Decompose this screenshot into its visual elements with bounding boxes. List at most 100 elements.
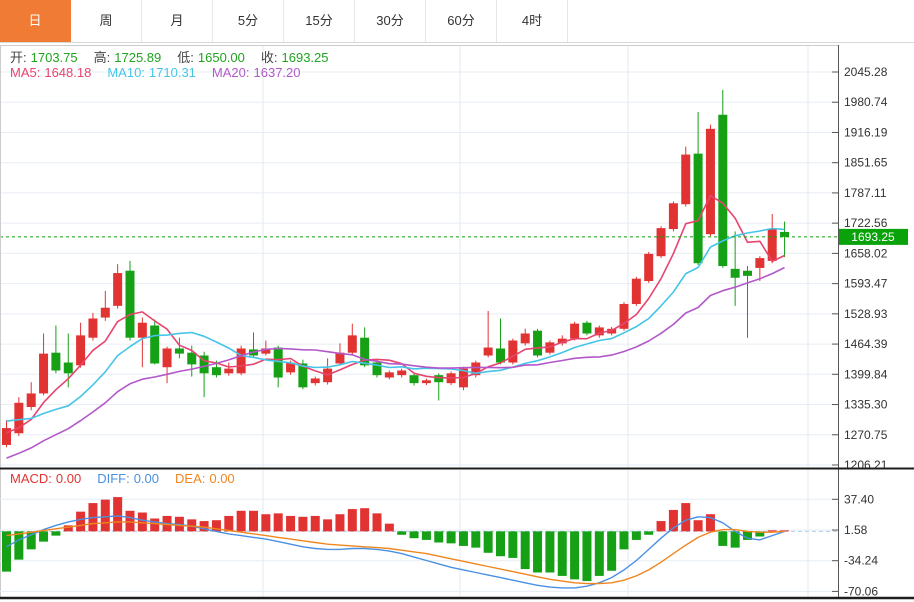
price-axis-label: 1851.65	[844, 156, 888, 170]
macd-histogram-bar	[286, 515, 296, 532]
legend-label: 开:	[10, 50, 27, 65]
tab-日[interactable]: 日	[0, 0, 71, 42]
price-axis-label: 1399.84	[844, 367, 888, 381]
macd-axis-label: -34.24	[844, 554, 878, 568]
macd-histogram-bar	[520, 531, 530, 570]
macd-histogram-bar	[360, 508, 370, 532]
tab-30分[interactable]: 30分	[355, 0, 426, 42]
legend-value: 1710.31	[148, 65, 196, 80]
macd-histogram-bar	[224, 515, 234, 532]
macd-histogram-bar	[446, 531, 456, 544]
macd-panel: 37.40 1.58 -34.24 -70.06	[0, 470, 914, 600]
tab-60分[interactable]: 60分	[426, 0, 497, 42]
legend-label: DIFF:	[97, 471, 130, 486]
legend-item: 低: 1650.00	[177, 50, 249, 65]
candlestick	[409, 375, 419, 384]
ohlc-legend: 开: 1703.75 高: 1725.89 低: 1650.00 收: 1693.25	[10, 47, 345, 66]
candlestick	[520, 333, 530, 344]
candlestick	[174, 348, 184, 354]
macd-histogram-bar	[150, 518, 160, 532]
legend-label: MACD:	[10, 471, 52, 486]
macd-histogram-bar	[458, 531, 468, 546]
candlestick	[483, 347, 493, 356]
candlestick	[113, 273, 123, 306]
candlestick	[211, 367, 221, 376]
price-axis-label: 1335.30	[844, 398, 888, 412]
legend-item: 收: 1693.25	[261, 50, 333, 65]
legend-label: 低:	[177, 50, 194, 65]
legend-value: 1648.18	[44, 65, 92, 80]
chart-canvas[interactable]: 2045.28 1980.74 1916.19 1851.65 1787.11 1722.…	[0, 0, 914, 602]
candlestick	[100, 307, 110, 318]
tab-月[interactable]: 月	[142, 0, 213, 42]
macd-histogram-bar	[644, 531, 654, 535]
macd-histogram-bar	[545, 531, 555, 573]
candlestick	[705, 128, 715, 235]
candlestick	[582, 322, 592, 334]
macd-histogram-bar	[335, 514, 345, 532]
tab-周[interactable]: 周	[71, 0, 142, 42]
candlestick	[125, 270, 135, 338]
candlestick	[236, 348, 246, 374]
price-axis-label: 1787.11	[844, 186, 887, 200]
macd-histogram-bar	[51, 531, 61, 536]
macd-histogram-bar	[656, 521, 666, 532]
candlestick	[508, 340, 518, 363]
legend-item: MACD: 0.00	[10, 471, 85, 486]
macd-histogram-bar	[310, 515, 320, 532]
legend-item: DIFF: 0.00	[97, 471, 163, 486]
legend-label: 高:	[93, 50, 111, 65]
macd-histogram-bar	[2, 531, 11, 572]
candlestick	[668, 203, 678, 230]
macd-histogram-bar	[471, 531, 481, 548]
legend-label: MA5:	[10, 65, 41, 80]
macd-histogram-bar	[693, 520, 703, 532]
kline-chart-window: 2045.28 1980.74 1916.19 1851.65 1787.11 1722.…	[0, 0, 914, 602]
tab-5分[interactable]: 5分	[213, 0, 284, 42]
macd-histogram-bar	[347, 509, 357, 532]
macd-legend: MACD: 0.00 DIFF: 0.00 DEA: 0.00	[10, 471, 251, 486]
ma20-line	[6, 266, 785, 459]
price-axis-label: 1980.74	[844, 95, 888, 109]
legend-item: DEA: 0.00	[175, 471, 239, 486]
tab-4时[interactable]: 4时	[497, 0, 568, 42]
candlestick	[2, 428, 11, 445]
macd-histogram-bar	[298, 516, 308, 532]
macd-histogram-bar	[125, 510, 135, 532]
macd-histogram-bar	[434, 531, 444, 543]
ma-legend: MA5: 1648.18 MA10: 1710.31 MA20: 1637.20	[10, 65, 317, 80]
macd-histogram-bar	[249, 510, 258, 532]
macd-histogram-bar	[236, 510, 246, 532]
macd-histogram-bar	[483, 531, 493, 553]
candlestick	[434, 375, 444, 383]
candlestick	[743, 270, 752, 276]
legend-label: MA10:	[107, 65, 145, 80]
legend-value: 1703.75	[30, 50, 78, 65]
tab-15分[interactable]: 15分	[284, 0, 355, 42]
candlestick	[347, 335, 357, 353]
current-price-label: 1693.25	[851, 230, 895, 244]
macd-histogram-bar	[557, 531, 567, 576]
candlestick	[26, 393, 36, 408]
macd-histogram-bar	[421, 531, 431, 540]
macd-histogram-bar	[619, 531, 629, 550]
macd-histogram-bar	[113, 497, 123, 532]
legend-label: 收:	[260, 50, 278, 65]
candlestick	[397, 370, 407, 376]
macd-axis-label: -70.06	[844, 584, 878, 598]
macd-histogram-bar	[397, 531, 407, 535]
candlestick	[644, 253, 654, 282]
candlestick	[51, 352, 61, 371]
macd-histogram-bar	[767, 530, 777, 532]
candlestick	[137, 322, 147, 338]
macd-histogram-bar	[631, 531, 641, 540]
price-axis-label: 1916.19	[844, 125, 888, 139]
legend-item: MA20: 1637.20	[212, 65, 305, 80]
candlestick	[693, 153, 703, 264]
candlestick	[39, 353, 49, 394]
candlestick	[88, 318, 98, 338]
legend-value: 1693.25	[281, 50, 329, 65]
candlestick	[162, 348, 172, 368]
macd-histogram-bar	[76, 511, 86, 532]
legend-value: 1637.20	[253, 65, 301, 80]
